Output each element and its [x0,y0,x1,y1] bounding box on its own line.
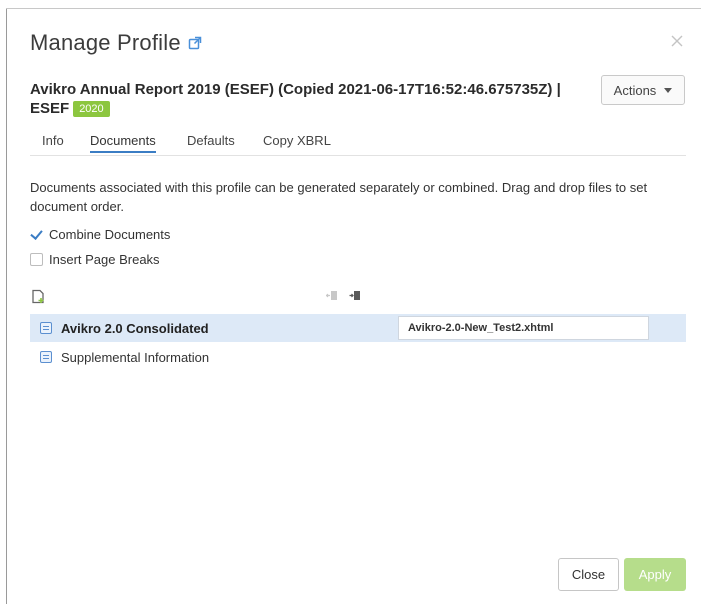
document-row-supplemental[interactable]: Supplemental Information [30,343,686,371]
insert-page-breaks-checkbox[interactable] [30,253,43,266]
tab-bar: Info Documents Defaults Copy XBRL [30,131,686,156]
tab-copy-xbrl[interactable]: Copy XBRL [263,133,331,148]
dialog-left-border [6,8,7,604]
external-link-icon[interactable] [188,36,202,50]
profile-heading: Avikro Annual Report 2019 (ESEF) (Copied… [30,80,590,118]
tab-info[interactable]: Info [42,133,64,148]
combine-documents-label: Combine Documents [49,227,171,242]
move-out-icon[interactable] [326,290,338,301]
actions-button-label: Actions [613,82,657,98]
document-icon [40,351,52,363]
dialog-title: Manage Profile [30,30,181,55]
actions-button[interactable]: Actions [601,75,685,105]
documents-description: Documents associated with this profile c… [30,180,648,214]
apply-button[interactable]: Apply [624,558,686,591]
insert-page-breaks-label: Insert Page Breaks [49,252,160,267]
close-icon[interactable] [670,34,684,48]
tab-defaults[interactable]: Defaults [187,133,235,148]
document-name: Supplemental Information [61,349,210,365]
add-document-icon[interactable] [31,289,45,304]
tab-documents[interactable]: Documents [90,133,156,153]
combine-documents-option[interactable]: Combine Documents [30,227,170,242]
close-button[interactable]: Close [558,558,619,591]
dialog: Manage Profile Avikro Annual Report 2019… [0,0,701,604]
file-name-input[interactable]: Avikro-2.0-New_Test2.xhtml [398,316,649,340]
document-name: Avikro 2.0 Consolidated [61,320,209,336]
move-in-icon[interactable] [349,290,361,301]
dialog-top-border [6,8,701,9]
document-icon [40,322,52,334]
combine-documents-checkbox[interactable] [30,228,43,241]
year-badge: 2020 [73,101,110,117]
insert-page-breaks-option[interactable]: Insert Page Breaks [30,252,160,267]
chevron-down-icon [664,87,673,93]
